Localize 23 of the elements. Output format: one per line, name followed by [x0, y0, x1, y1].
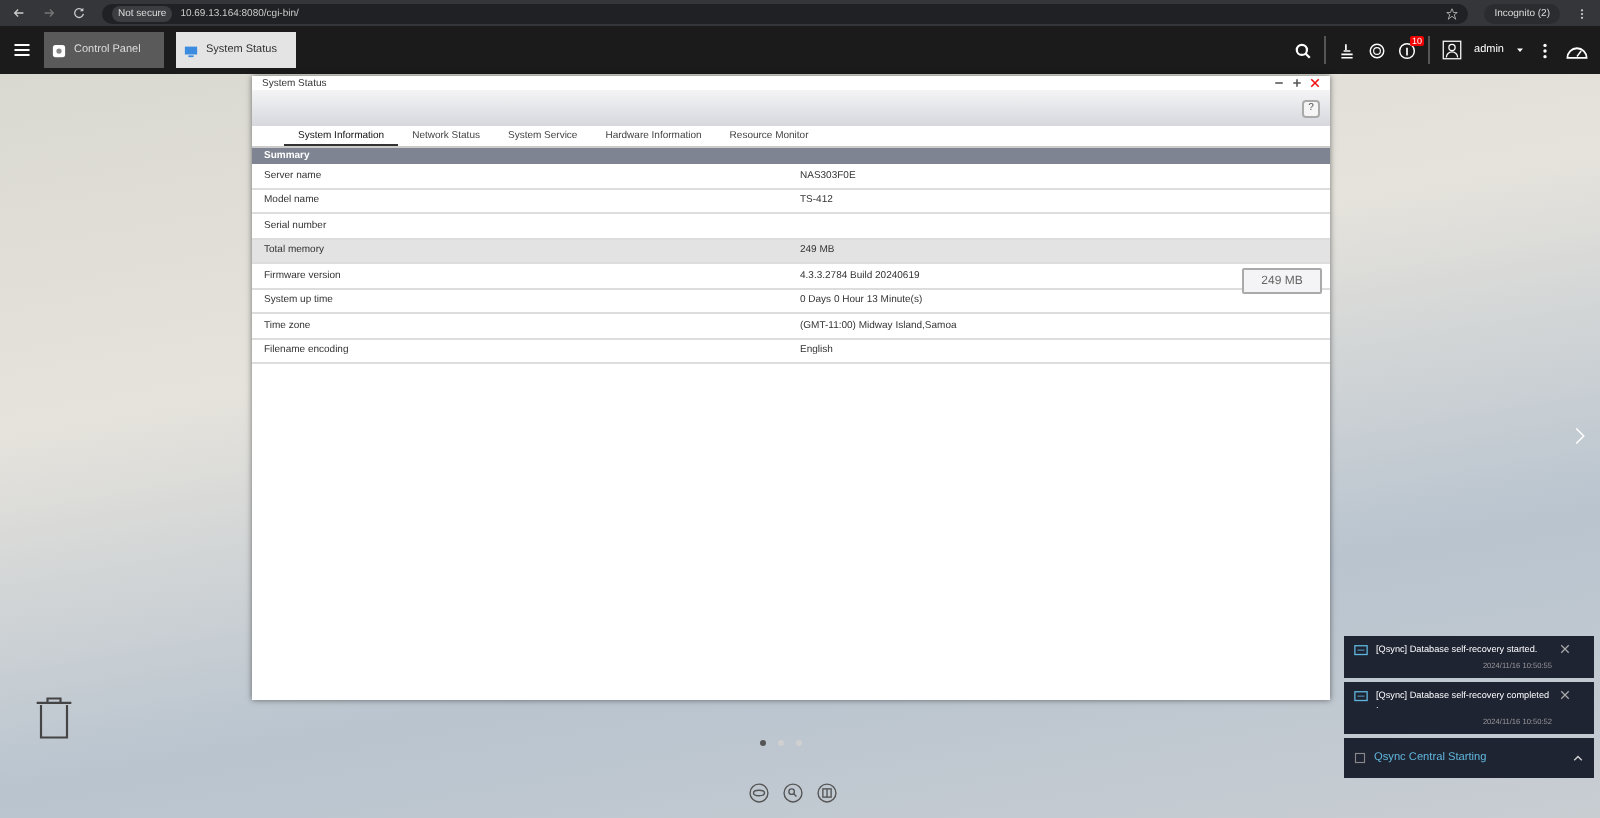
info-icon[interactable] — [1398, 41, 1417, 59]
caret-down-icon[interactable] — [1516, 46, 1524, 54]
minimize-icon[interactable] — [1274, 78, 1284, 88]
star-icon[interactable] — [1446, 7, 1459, 19]
close-icon[interactable] — [1560, 644, 1570, 654]
menu-icon[interactable] — [12, 40, 32, 60]
monitor-icon — [184, 43, 198, 57]
close-icon[interactable] — [1560, 690, 1570, 700]
user-icon[interactable] — [1442, 40, 1463, 60]
message-icon — [1354, 644, 1368, 658]
magnifier-circle-icon[interactable] — [782, 782, 804, 804]
search-icon[interactable] — [1294, 41, 1313, 59]
caret-up-icon[interactable] — [1572, 752, 1584, 764]
close-icon[interactable] — [1310, 78, 1320, 88]
reload-icon[interactable] — [72, 6, 86, 20]
back-arrow-icon[interactable] — [12, 6, 26, 20]
forward-arrow-icon[interactable] — [42, 6, 56, 20]
page-dot[interactable] — [760, 740, 766, 746]
eye-circle-icon[interactable] — [748, 782, 770, 804]
stack-icon[interactable] — [1338, 41, 1357, 59]
message-icon — [1354, 690, 1368, 704]
maximize-icon[interactable] — [1292, 78, 1302, 88]
book-circle-icon[interactable] — [816, 782, 838, 804]
